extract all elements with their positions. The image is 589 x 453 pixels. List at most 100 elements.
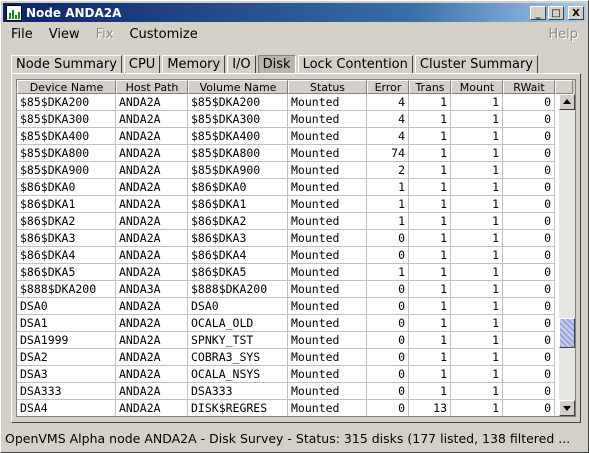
table-row[interactable]: $86$DKA0 ANDA2A $86$DKA0 Mounted 1 1 1 0 [17,179,559,196]
column-header[interactable]: Trans [409,80,451,94]
column-header[interactable]: Status [288,80,367,94]
table-cell: 1 [409,349,451,366]
table-cell: Mounted [288,230,367,247]
table-cell: 1 [409,213,451,230]
title-bar[interactable]: Node ANDA2A _ □ X [3,3,586,22]
scroll-up-arrow-icon[interactable] [559,94,575,110]
table-row[interactable]: $85$DKA200 ANDA2A $85$DKA200 Mounted 4 1 1 0 [17,94,559,111]
table-row[interactable]: DSA0 ANDA2A DSA0 Mounted 0 1 1 0 [17,298,559,315]
tab-disk[interactable]: Disk [257,55,296,73]
table-row[interactable]: DSA1 ANDA2A OCALA_OLD Mounted 0 1 1 0 [17,315,559,332]
tab-cluster-summary[interactable]: Cluster Summary [414,55,538,73]
table-cell: $86$DKA0 [188,179,288,196]
table-row[interactable]: DSA1999 ANDA2A SPNKY_TST Mounted 0 1 1 0 [17,332,559,349]
table-cell: 1 [409,145,451,162]
table-row[interactable]: $86$DKA4 ANDA2A $86$DKA4 Mounted 0 1 1 0 [17,247,559,264]
table-cell: 4 [367,111,409,128]
menu-fix[interactable]: Fix [88,27,122,42]
table-cell: 1 [451,196,503,213]
column-header[interactable]: Device Name [17,80,116,94]
table-cell: Mounted [288,366,367,383]
menu-view[interactable]: View [41,27,88,42]
tab-lock-contention[interactable]: Lock Contention [297,55,413,73]
table-row[interactable]: $85$DKA300 ANDA2A $85$DKA300 Mounted 4 1 1 0 [17,111,559,128]
column-header[interactable]: Host Path [116,80,188,94]
table-cell: 0 [367,332,409,349]
table-cell: DSA1999 [17,332,116,349]
disk-table: Device Name Host Path Volume Name Status… [16,79,576,417]
close-button[interactable]: X [568,5,584,20]
table-cell: ANDA2A [116,247,188,264]
table-cell: OCALA_NSYS [188,366,288,383]
table-cell: Mounted [288,349,367,366]
table-cell: 1 [451,179,503,196]
tab-cpu[interactable]: CPU [123,55,161,73]
table-cell: $86$DKA4 [188,247,288,264]
table-row[interactable]: $86$DKA3 ANDA2A $86$DKA3 Mounted 0 1 1 0 [17,230,559,247]
table-row[interactable]: DSA4 ANDA2A DISK$REGRES Mounted 0 13 1 0 [17,400,559,416]
table-cell: Mounted [288,247,367,264]
maximize-button[interactable]: □ [548,5,564,20]
table-cell: $888$DKA200 [188,281,288,298]
column-header[interactable]: Volume Name [188,80,288,94]
table-cell: 1 [409,281,451,298]
column-header[interactable]: RWait [503,80,555,94]
table-row[interactable]: DSA2 ANDA2A COBRA3_SYS Mounted 0 1 1 0 [17,349,559,366]
table-cell: ANDA2A [116,128,188,145]
table-cell: $85$DKA300 [188,111,288,128]
menu-file[interactable]: File [3,27,41,42]
table-cell: DSA0 [17,298,116,315]
tab-node-summary[interactable]: Node Summary [11,55,122,73]
tab-memory[interactable]: Memory [162,55,226,73]
table-row[interactable]: $86$DKA2 ANDA2A $86$DKA2 Mounted 1 1 1 0 [17,213,559,230]
table-cell: 74 [367,145,409,162]
column-header[interactable]: Mount [451,80,503,94]
menu-bar: File View Fix Customize Help [3,24,586,44]
table-cell: 2 [367,162,409,179]
scrollbar-thumb[interactable] [559,318,575,348]
table-row[interactable]: DSA333 ANDA2A DSA333 Mounted 0 1 1 0 [17,383,559,400]
table-cell: Mounted [288,332,367,349]
table-cell: 1 [409,247,451,264]
table-cell: ANDA2A [116,264,188,281]
table-cell: 4 [367,94,409,111]
table-cell: Mounted [288,145,367,162]
table-cell: 0 [503,230,555,247]
table-cell: Mounted [288,298,367,315]
table-header: Device Name Host Path Volume Name Status… [17,80,575,94]
table-row[interactable]: $85$DKA400 ANDA2A $85$DKA400 Mounted 4 1 1 0 [17,128,559,145]
table-cell: 0 [503,315,555,332]
table-cell: 1 [451,383,503,400]
column-header[interactable]: Error [367,80,409,94]
table-row[interactable]: $888$DKA200 ANDA3A $888$DKA200 Mounted 0 1 1 0 [17,281,559,298]
table-cell: ANDA2A [116,400,188,416]
table-cell: DSA0 [188,298,288,315]
table-cell: 1 [451,128,503,145]
tab-io[interactable]: I/O [227,55,256,73]
scroll-down-arrow-icon[interactable] [559,400,575,416]
table-cell: ANDA2A [116,383,188,400]
table-cell: 0 [367,383,409,400]
menu-help[interactable]: Help [540,27,586,42]
table-row[interactable]: $85$DKA800 ANDA2A $85$DKA800 Mounted 74 1 1 0 [17,145,559,162]
table-cell: 1 [409,264,451,281]
table-row[interactable]: $86$DKA1 ANDA2A $86$DKA1 Mounted 1 1 1 0 [17,196,559,213]
table-cell: 1 [409,128,451,145]
table-cell: 1 [367,196,409,213]
table-cell: 0 [367,349,409,366]
table-body: $85$DKA200 ANDA2A $85$DKA200 Mounted 4 1 1 0 $85… [17,94,559,416]
table-row[interactable]: $85$DKA900 ANDA2A $85$DKA900 Mounted 2 1 1 0 [17,162,559,179]
table-cell: ANDA2A [116,298,188,315]
table-cell: ANDA2A [116,315,188,332]
table-cell: 0 [503,383,555,400]
minimize-button[interactable]: _ [530,5,546,20]
vertical-scrollbar[interactable] [559,94,575,416]
table-cell: 0 [503,366,555,383]
table-row[interactable]: DSA3 ANDA2A OCALA_NSYS Mounted 0 1 1 0 [17,366,559,383]
menu-customize[interactable]: Customize [121,27,205,42]
table-cell: 1 [367,213,409,230]
table-cell: DSA333 [17,383,116,400]
table-cell: 1 [409,94,451,111]
table-cell: 1 [451,111,503,128]
table-row[interactable]: $86$DKA5 ANDA2A $86$DKA5 Mounted 1 1 1 0 [17,264,559,281]
